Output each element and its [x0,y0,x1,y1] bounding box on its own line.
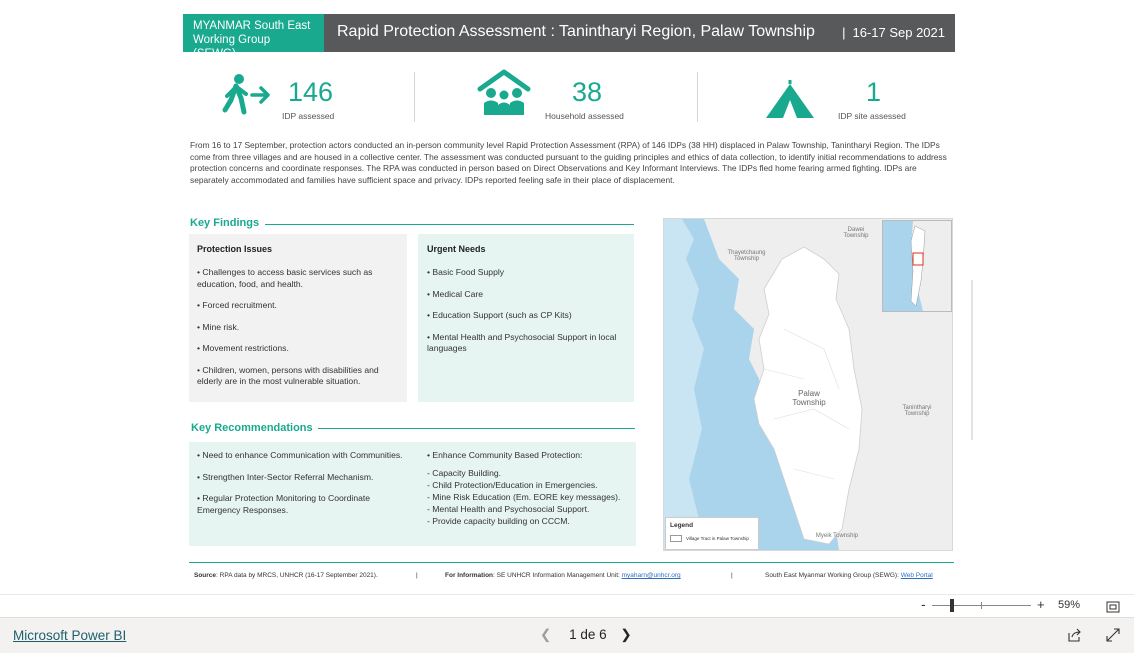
web-portal-link[interactable]: Web Portal [901,572,933,579]
protection-issue-item: • Movement restrictions. [197,343,289,353]
recommendation-item: • Regular Protection Monitoring to Coord… [197,493,371,515]
source-label: Source [194,572,217,579]
title-bar: Rapid Protection Assessment : Taninthary… [324,14,955,52]
protection-issue-item: • Mine risk. [197,321,240,332]
household-house-icon [476,69,532,117]
urgent-needs-box: Urgent Needs • Basic Food Supply • Medic… [418,234,634,402]
date-range: 16-17 Sep 2021 [842,25,945,40]
urgent-need-item: • Mental Health and Psychosocial Support… [427,331,617,354]
map-label-tanintharyi: Tanintharyi Township [902,405,932,417]
recommendation-subitem: - Mine Risk Education (Em. EORE key mess… [427,491,621,502]
recommendations-box: • Need to enhance Communication with Com… [189,442,636,546]
urgent-needs-title: Urgent Needs [427,244,486,254]
community-protection-list: - Capacity Building. - Child Protection/… [427,467,632,528]
zoom-slider-tick [981,602,982,609]
info-email-link[interactable]: myaharn@unhcr.org [622,572,681,579]
fullscreen-icon[interactable] [1106,628,1120,642]
recommendation-subitem: - Mental Health and Psychosocial Support… [427,504,590,515]
info-label: For Information [445,572,494,579]
share-icon[interactable] [1067,628,1082,642]
footer-info: For Information: SE UNHCR Information Ma… [445,572,681,579]
protection-issue-item: • Challenges to access basic services su… [197,267,373,289]
zoom-bar: - + 59% [0,594,1134,617]
inset-map [882,220,952,312]
inset-map-graphic [883,221,951,311]
section-rule [318,428,635,429]
section-rule [265,224,634,225]
powerbi-bar: Microsoft Power BI ❮ 1 de 6 ❯ [0,617,1134,653]
zoom-level: 59% [1058,599,1081,611]
zoom-in-button[interactable]: + [1037,597,1045,612]
recommendation-subitem: - Provide capacity building on CCCM. [427,516,570,527]
map-label-palaw: Palaw Township [792,389,826,407]
recommendations-left: • Need to enhance Communication with Com… [197,450,407,526]
recommendation-item: • Strengthen Inter-Sector Referral Mecha… [197,471,374,482]
footer-source: Source: RPA data by MRCS, UNHCR (16-17 S… [194,572,378,579]
household-count: 38 [572,77,603,107]
info-text: : SE UNHCR Information Management Unit: [493,572,622,579]
recommendations-right: • Enhance Community Based Protection: - … [427,450,632,528]
legend-item: Village Tract in Palaw Township [670,535,758,542]
previous-page-icon[interactable]: ❮ [540,627,551,642]
recommendation-subitem: - Child Protection/Education in Emergenc… [427,479,598,490]
recommendation-subitem: - Capacity Building. [427,467,502,478]
source-text: : RPA data by MRCS, UNHCR (16-17 Septemb… [216,572,378,579]
zoom-slider-track[interactable] [932,599,1031,612]
footer-divider: | [416,572,418,579]
intro-paragraph: From 16 to 17 September, protection acto… [190,140,947,185]
household-label: Household assessed [545,111,624,121]
map-label-thayetchaung: Thayetchaung Township [727,250,766,262]
idp-count: 146 [288,77,334,107]
legend-item-label: Village Tract in Palaw Township [686,536,749,541]
township-map: Thayetchaung Township Dawei Township Pal… [663,218,953,551]
page-navigator: ❮ 1 de 6 ❯ [540,627,632,643]
footer-rule [189,562,954,563]
powerbi-link[interactable]: Microsoft Power BI [13,628,126,643]
protection-issue-item: • Forced recruitment. [197,300,277,310]
tent-icon [764,78,816,120]
sewg-text: South East Myanmar Working Group (SEWG): [765,572,901,579]
key-recommendations-title: Key Recommendations [191,422,313,434]
urgent-need-item: • Basic Food Supply [427,267,505,277]
legend-title: Legend [670,522,694,529]
page-title: Rapid Protection Assessment : Taninthary… [337,23,815,40]
key-findings-title: Key Findings [190,217,260,229]
walking-person-arrow-icon [222,72,272,120]
site-label: IDP site assessed [838,111,906,121]
community-protection-heading: • Enhance Community Based Protection: [427,450,583,460]
divider [414,72,415,122]
fit-to-page-icon[interactable] [1106,600,1120,613]
map-label-myeik: Myeik Township [815,533,859,539]
protection-issues-box: Protection Issues • Challenges to access… [189,234,407,402]
footer-sewg: South East Myanmar Working Group (SEWG):… [765,572,933,579]
protection-issues-title: Protection Issues [197,244,273,254]
scroll-indicator[interactable] [971,280,973,440]
idp-label: IDP assessed [282,111,335,121]
protection-issue-item: • Children, women, persons with disabili… [197,364,379,387]
urgent-need-item: • Education Support (such as CP Kits) [427,310,572,320]
page-indicator: 1 de 6 [569,627,607,642]
site-count: 1 [866,77,882,107]
divider [697,72,698,122]
recommendation-item: • Need to enhance Communication with Com… [197,450,403,460]
map-label-dawei: Dawei Township [843,227,869,239]
org-label: MYANMAR South East Working Group (SEWG) [183,14,324,60]
next-page-icon[interactable]: ❯ [620,627,631,642]
urgent-need-item: • Medical Care [427,288,484,299]
legend-swatch [670,535,682,542]
map-legend: Legend Village Tract in Palaw Township [665,517,759,550]
zoom-out-button[interactable]: - [921,596,926,612]
footer-divider: | [731,572,733,579]
zoom-slider-thumb[interactable] [950,599,954,612]
